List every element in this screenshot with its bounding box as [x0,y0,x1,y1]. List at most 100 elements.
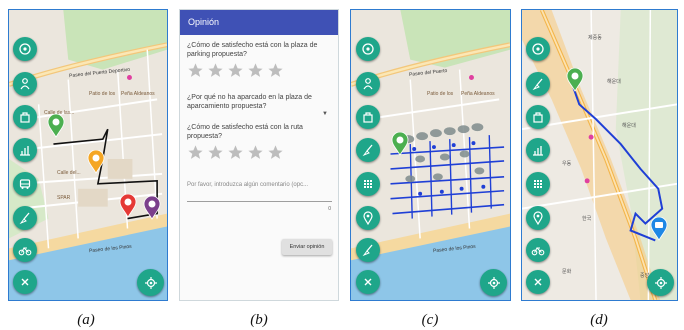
fab-broom[interactable] [356,138,380,162]
district-label: 해운대 [622,123,636,129]
char-counter: 0 [328,206,331,212]
fab-bike[interactable] [13,238,37,262]
fab-broom-2[interactable] [356,238,380,262]
fab-grid[interactable] [526,172,550,196]
fab-bag[interactable] [526,105,550,129]
close-icon [534,278,542,286]
chart-icon [20,146,30,156]
target-icon [19,43,31,55]
target-icon [362,43,374,55]
rating-route[interactable] [187,144,284,161]
map-pin-green[interactable] [391,131,409,156]
fab-locate[interactable] [647,269,674,296]
broom-icon [19,212,30,225]
target-icon [532,43,544,55]
map-pin-red[interactable] [119,193,137,218]
caption-a: (a) [77,312,95,328]
bag-icon [363,112,373,123]
broom-icon [362,144,373,157]
fab-target[interactable] [356,37,380,61]
star-icon[interactable] [247,144,264,161]
question-route-satisfaction: ¿Cómo de satisfecho está con la ruta pro… [187,124,303,140]
street-label: Calle del... [57,170,81,176]
fab-close[interactable] [356,270,380,294]
crosshair-icon [654,276,667,289]
star-icon[interactable] [207,144,224,161]
chart-icon [533,146,543,156]
map-pin-purple[interactable] [143,195,161,220]
fab-person[interactable] [356,72,380,96]
bike-icon [531,247,545,256]
district-label: 한국 [582,216,592,222]
crosshair-icon [487,276,500,289]
screen-b-opinion-dialog: Opinión ¿Cómo de satisfecho está con la … [179,9,339,301]
close-icon [21,278,29,286]
rating-parking[interactable] [187,62,284,79]
fab-chart[interactable] [526,138,550,162]
fab-target[interactable] [526,37,550,61]
person-icon [363,78,373,90]
caption-b: (b) [250,312,268,328]
broom-icon [362,244,373,257]
place-label: Peña Aldeanos [121,91,155,97]
fab-target[interactable] [13,37,37,61]
pin-icon [533,211,543,225]
fab-broom[interactable] [526,72,550,96]
bus-icon [19,179,31,189]
map-pin-green[interactable] [47,113,65,138]
district-label: 문화 [562,269,572,275]
fab-bike[interactable] [526,238,550,262]
star-icon[interactable] [267,144,284,161]
star-icon[interactable] [187,144,204,161]
close-icon [364,278,372,286]
grid-icon [534,180,542,188]
dialog-title: Opinión [180,10,338,35]
district-label: 제중동 [588,35,602,41]
map-pin-start[interactable] [566,67,584,92]
send-opinion-button[interactable]: Enviar opinión [282,239,332,255]
fab-locate[interactable] [137,269,164,296]
bag-icon [533,112,543,123]
comment-input[interactable]: Por favor, introduzca algún comentario (… [187,182,332,202]
fab-locate[interactable] [480,269,507,296]
star-icon[interactable] [267,62,284,79]
screen-d-map: 제중동 해운대 우동 해운대 한국 중앙 문화 [521,9,678,301]
star-icon[interactable] [187,62,204,79]
bike-icon [18,247,32,256]
fab-close[interactable] [13,270,37,294]
fab-bag[interactable] [13,105,37,129]
place-label: Patio de los [89,91,116,97]
caption-d: (d) [590,312,608,328]
fab-pin[interactable] [356,206,380,230]
street-label: SPAR [57,195,71,201]
fab-chart[interactable] [13,138,37,162]
star-icon[interactable] [227,62,244,79]
chevron-down-icon[interactable]: ▼ [322,111,328,117]
district-label: 우동 [562,161,572,167]
fab-bus[interactable] [13,172,37,196]
star-icon[interactable] [207,62,224,79]
fab-bag[interactable] [356,105,380,129]
place-label: Patio de los [427,91,454,97]
district-label: 해운대 [607,79,621,85]
star-icon[interactable] [247,62,264,79]
fab-pin[interactable] [526,206,550,230]
question-parking-satisfaction: ¿Cómo de satisfecho está con la plaza de… [187,42,318,58]
crosshair-icon [144,276,157,289]
screen-c-map: Paseo del Puerto Patio de los Peña Aldea… [350,9,511,301]
caption-c: (c) [421,312,439,328]
fab-broom[interactable] [13,206,37,230]
screen-a-map: Paseo del Puerto Deportivo Patio de los … [8,9,168,301]
fab-close[interactable] [526,270,550,294]
fab-person[interactable] [13,72,37,96]
map-pin-bus[interactable] [650,216,668,241]
question-why-not-parked[interactable]: ¿Por qué no ha aparcado en la plaza de a… [187,94,332,111]
star-icon[interactable] [227,144,244,161]
fab-grid[interactable] [356,172,380,196]
place-label: Peña Aldeanos [461,91,495,97]
bag-icon [20,112,30,123]
grid-icon [364,180,372,188]
map-pin-orange[interactable] [87,149,105,174]
person-icon [20,78,30,90]
broom-icon [532,78,543,91]
